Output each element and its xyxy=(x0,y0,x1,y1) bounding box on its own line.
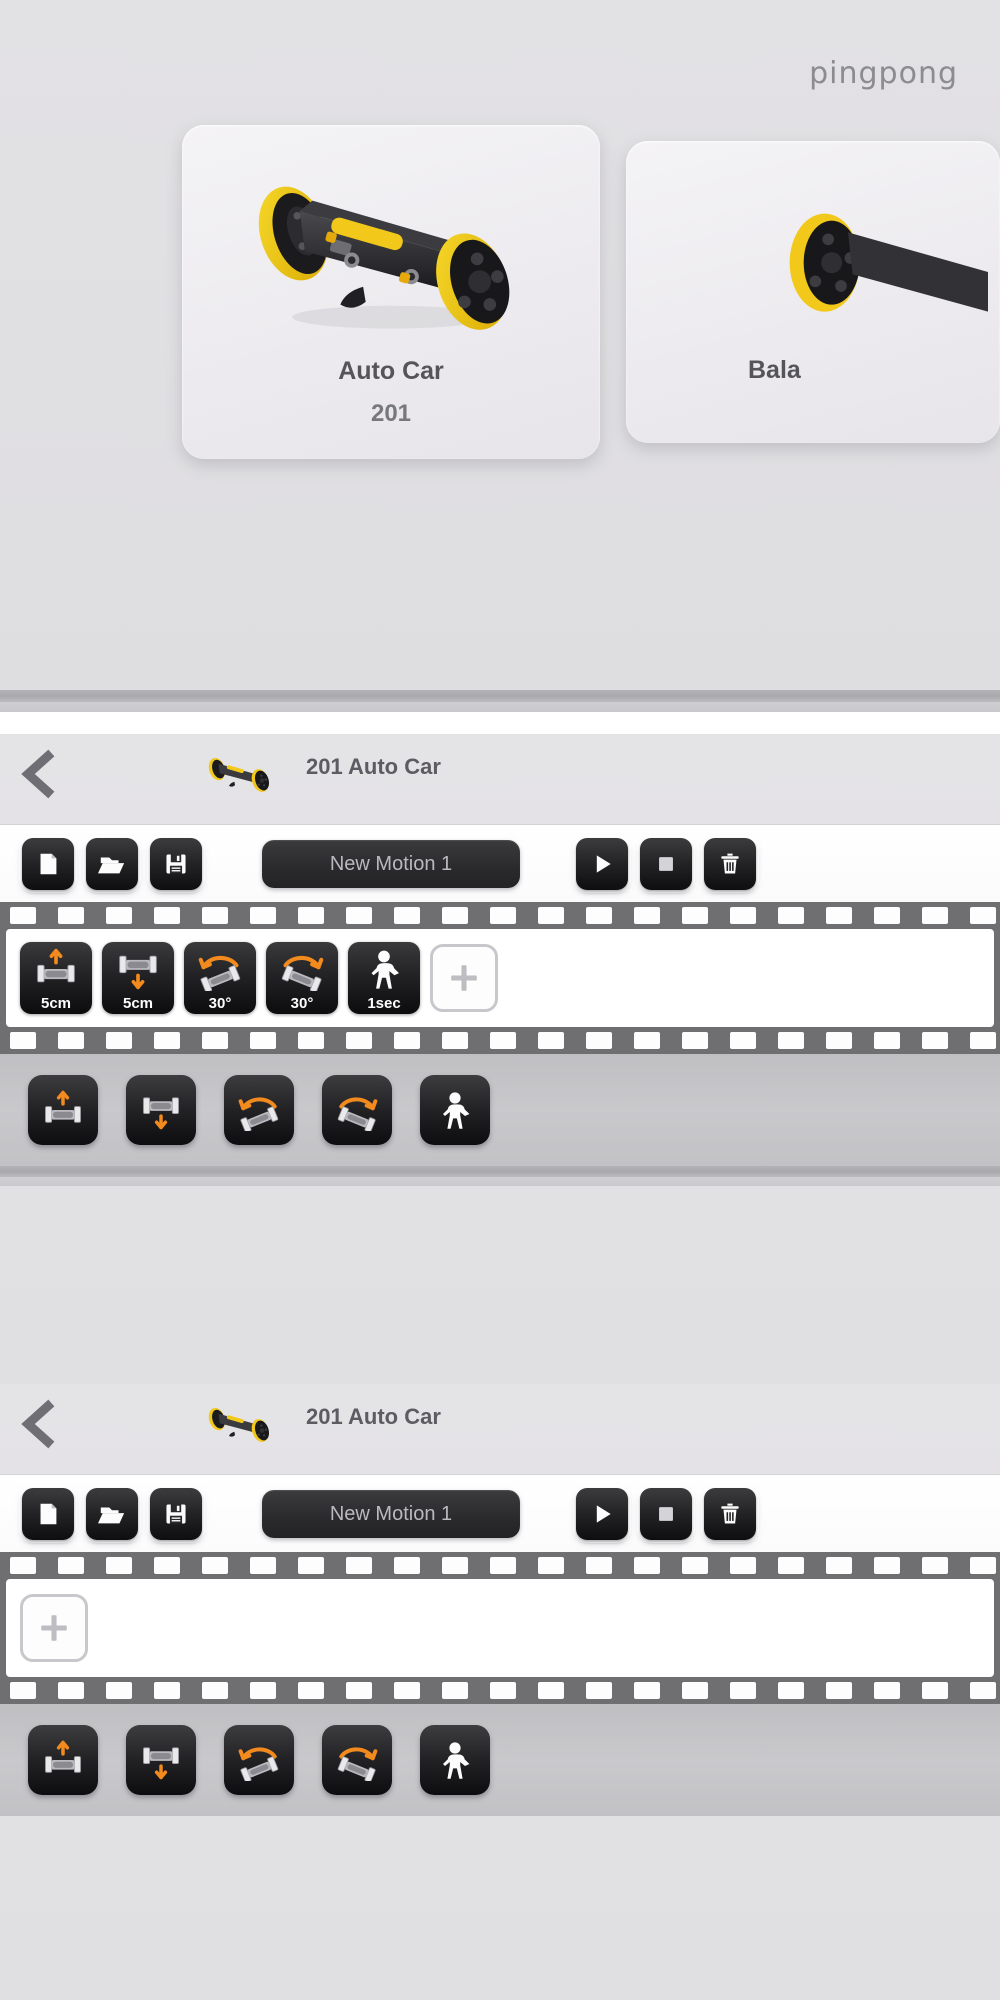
editor-model-label: 201 Auto Car xyxy=(306,1404,441,1429)
model-thumbnail xyxy=(196,740,286,806)
frame-caption: 1sec xyxy=(367,995,401,1012)
editor-header: 201 Auto Car xyxy=(0,1384,1000,1474)
model-card-title: Bala xyxy=(748,356,801,384)
model-card-title: Auto Car xyxy=(338,357,444,385)
motion-name-input[interactable]: New Motion 1 xyxy=(262,840,520,888)
palette-wait-button[interactable] xyxy=(420,1725,490,1795)
pingpong-logo: pingpong xyxy=(809,56,958,91)
motion-palette[interactable] xyxy=(0,1704,1000,1816)
section-divider xyxy=(0,690,1000,712)
open-folder-button[interactable] xyxy=(86,1488,138,1540)
frame-caption: 5cm xyxy=(122,995,154,1012)
timeline-frames[interactable]: 5cm 5cm 30° 30° 1sec xyxy=(6,929,994,1027)
delete-button[interactable] xyxy=(704,838,756,890)
new-file-button[interactable] xyxy=(22,1488,74,1540)
add-frame-button[interactable] xyxy=(20,1594,88,1662)
back-chevron-icon[interactable] xyxy=(14,1398,62,1450)
timeline-frames[interactable] xyxy=(6,1579,994,1677)
timeline-frame[interactable]: 30° xyxy=(266,942,338,1014)
film-perforations-top xyxy=(0,1556,1000,1575)
model-card-auto-car[interactable]: Auto Car 201 xyxy=(182,125,600,459)
frame-caption: 30° xyxy=(208,995,232,1012)
frame-caption: 5cm xyxy=(40,995,72,1012)
turn-left-icon xyxy=(184,944,256,994)
film-perforations-bottom xyxy=(0,1031,1000,1050)
model-card-balance[interactable]: Bala xyxy=(626,141,1000,443)
timeline-frame[interactable]: 30° xyxy=(184,942,256,1014)
motion-editor-screen-empty: 201 Auto Car New Motion 1 xyxy=(0,1384,1000,2000)
motion-editor-screen-filled: 201 Auto Car New Motion 1 5cm 5cm 30° 30… xyxy=(0,734,1000,1384)
palette-move-backward-button[interactable] xyxy=(126,1725,196,1795)
new-file-button[interactable] xyxy=(22,838,74,890)
film-perforations-bottom xyxy=(0,1681,1000,1700)
palette-turn-right-button[interactable] xyxy=(322,1075,392,1145)
back-chevron-icon[interactable] xyxy=(14,748,62,800)
motion-timeline-filmstrip[interactable]: 5cm 5cm 30° 30° 1sec xyxy=(0,902,1000,1054)
timeline-frame[interactable]: 5cm xyxy=(102,942,174,1014)
timeline-frame[interactable]: 5cm xyxy=(20,942,92,1014)
model-thumbnail xyxy=(196,1390,286,1456)
move-forward-icon xyxy=(20,944,92,994)
move-backward-icon xyxy=(102,944,174,994)
turn-right-icon xyxy=(266,944,338,994)
editor-model-label: 201 Auto Car xyxy=(306,754,441,779)
play-button[interactable] xyxy=(576,838,628,890)
editor-header: 201 Auto Car xyxy=(0,734,1000,824)
robot-auto-car-image xyxy=(182,155,600,345)
robot-balance-image xyxy=(626,181,1000,356)
palette-turn-right-button[interactable] xyxy=(322,1725,392,1795)
play-button[interactable] xyxy=(576,1488,628,1540)
section-divider xyxy=(0,1166,1000,1186)
wait-person-icon xyxy=(348,944,420,994)
motion-palette[interactable] xyxy=(0,1054,1000,1166)
stop-button[interactable] xyxy=(640,838,692,890)
editor-toolbar: New Motion 1 xyxy=(0,1474,1000,1553)
delete-button[interactable] xyxy=(704,1488,756,1540)
model-card-code: 201 xyxy=(370,400,412,427)
motion-name-input[interactable]: New Motion 1 xyxy=(262,1490,520,1538)
editor-toolbar: New Motion 1 xyxy=(0,824,1000,903)
add-frame-button[interactable] xyxy=(430,944,498,1012)
save-button[interactable] xyxy=(150,838,202,890)
stop-button[interactable] xyxy=(640,1488,692,1540)
palette-wait-button[interactable] xyxy=(420,1075,490,1145)
film-perforations-top xyxy=(0,906,1000,925)
palette-move-forward-button[interactable] xyxy=(28,1725,98,1795)
model-chooser-screen: pingpong Auto Car 201 Bala xyxy=(0,0,1000,712)
palette-turn-left-button[interactable] xyxy=(224,1725,294,1795)
palette-turn-left-button[interactable] xyxy=(224,1075,294,1145)
palette-move-backward-button[interactable] xyxy=(126,1075,196,1145)
model-card-rail[interactable]: Auto Car 201 Bala xyxy=(0,125,1000,465)
open-folder-button[interactable] xyxy=(86,838,138,890)
save-button[interactable] xyxy=(150,1488,202,1540)
timeline-frame[interactable]: 1sec xyxy=(348,942,420,1014)
palette-move-forward-button[interactable] xyxy=(28,1075,98,1145)
frame-caption: 30° xyxy=(290,995,314,1012)
motion-timeline-filmstrip[interactable] xyxy=(0,1552,1000,1704)
